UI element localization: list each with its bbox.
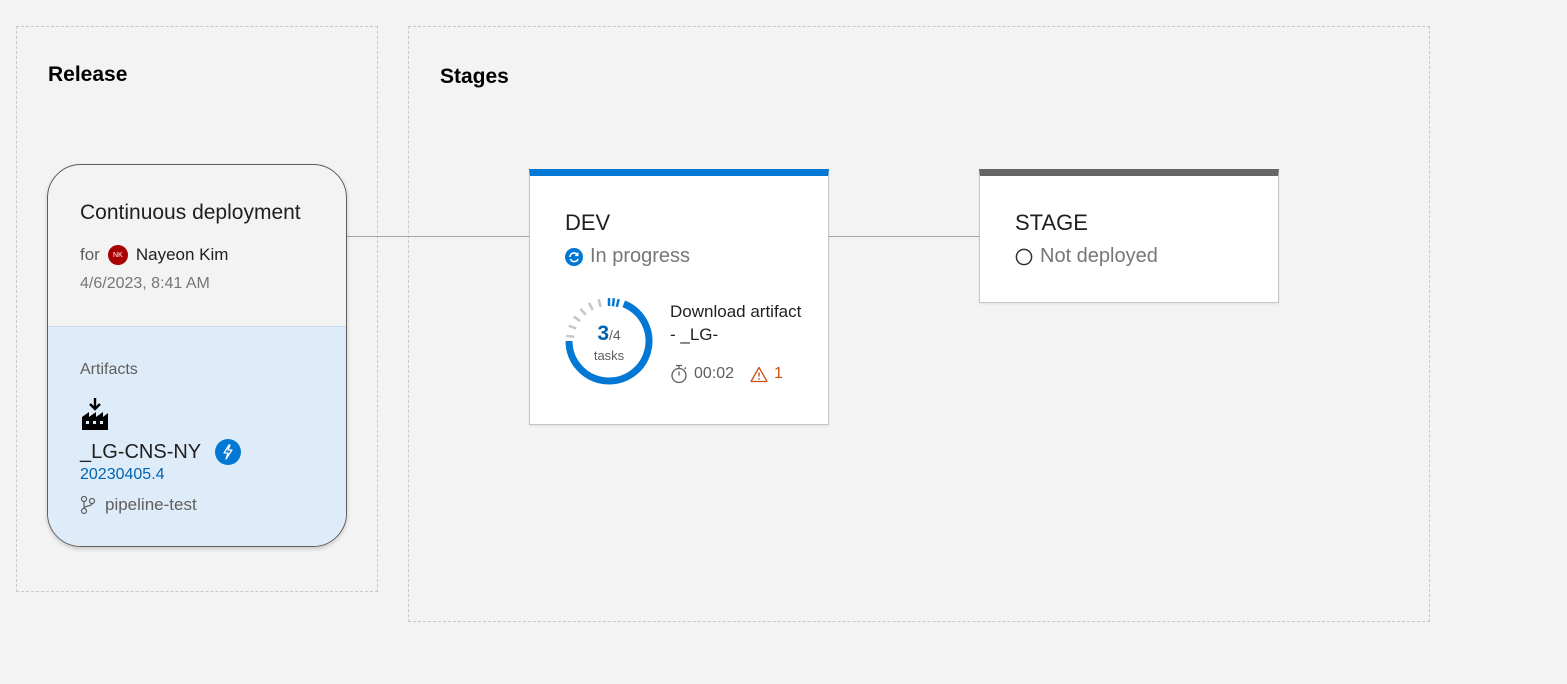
artifacts-section[interactable]: Artifacts _LG-CNS-NY 20230405.4 pipeline… — [48, 326, 346, 546]
stage-card-dev[interactable]: DEV In progress 3/4 tasks Download artif… — [529, 169, 829, 425]
stage-name: DEV — [565, 210, 611, 235]
stage-name: STAGE — [1015, 210, 1088, 235]
trigger-section[interactable]: Continuous deployment for NK Nayeon Kim … — [48, 165, 346, 326]
progress-active-tick — [615, 298, 620, 308]
stage-status-text: In progress — [590, 245, 691, 267]
task-duration: 00:02 — [694, 365, 735, 382]
progress-remaining-tick — [579, 307, 587, 316]
warnings-indicator[interactable]: 1 — [750, 365, 783, 383]
tasks-total: /4 — [609, 327, 621, 343]
stage-status: In progress — [565, 245, 690, 268]
artifact-version-link[interactable]: 20230405.4 — [80, 466, 165, 484]
build-artifact-icon — [82, 398, 108, 430]
dev-to-stage-connector — [829, 236, 979, 237]
timer-icon — [671, 364, 687, 384]
stage-card-stage[interactable]: STAGE Not deployed — [979, 169, 1279, 303]
artifact-name-row: _LG-CNS-NY — [80, 439, 242, 465]
trigger-date: 4/6/2023, 8:41 AM — [80, 275, 210, 292]
in-progress-icon — [565, 247, 583, 266]
stage-status-text: Not deployed — [1040, 245, 1158, 267]
trigger-requester: for NK Nayeon Kim — [80, 245, 228, 265]
release-card[interactable]: Continuous deployment for NK Nayeon Kim … — [47, 164, 347, 547]
stage-status: Not deployed — [1015, 245, 1158, 268]
tasks-count: 3/4 — [560, 322, 658, 346]
artifacts-label: Artifacts — [80, 361, 138, 378]
progress-remaining-tick — [597, 298, 602, 308]
not-deployed-icon — [1015, 248, 1033, 265]
current-task: Download artifact - _LG- — [670, 302, 802, 344]
release-panel-title: Release — [48, 63, 128, 86]
warning-count: 1 — [774, 365, 783, 382]
progress-active-tick — [611, 298, 616, 307]
for-label: for — [80, 245, 100, 264]
progress-remaining-tick — [587, 302, 594, 311]
lightning-bolt-icon — [215, 439, 242, 465]
avatar: NK — [107, 245, 128, 265]
branch-name: pipeline-test — [105, 495, 197, 514]
artifact-branch: pipeline-test — [80, 495, 197, 515]
stages-panel-title: Stages — [440, 65, 509, 88]
tasks-label: tasks — [593, 348, 625, 363]
user-name: Nayeon Kim — [135, 245, 229, 264]
warning-icon — [750, 366, 768, 382]
branch-icon — [80, 495, 96, 515]
task-meta: 00:02 1 — [670, 364, 783, 384]
trigger-title: Continuous deployment — [80, 201, 301, 224]
progress-remaining-tick — [572, 315, 581, 323]
tasks-done: 3 — [597, 322, 609, 345]
artifact-name: _LG-CNS-NY — [80, 440, 202, 463]
release-to-dev-connector — [347, 236, 529, 237]
